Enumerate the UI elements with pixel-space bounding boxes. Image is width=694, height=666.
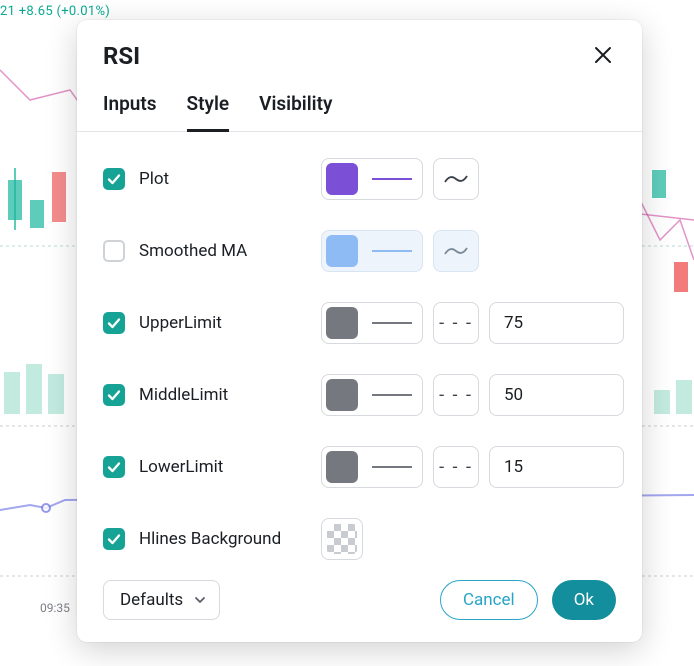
lowerlimit-color-swatch bbox=[326, 451, 358, 483]
upperlimit-value-field[interactable] bbox=[504, 313, 609, 333]
row-plot: Plot bbox=[103, 156, 616, 202]
lowerlimit-value-input[interactable] bbox=[489, 446, 624, 488]
smoothed-ma-checkbox[interactable] bbox=[103, 240, 125, 262]
middlelimit-color-swatch bbox=[326, 379, 358, 411]
tab-visibility[interactable]: Visibility bbox=[259, 92, 332, 132]
chevron-down-icon bbox=[193, 593, 207, 607]
row-middlelimit: MiddleLimit - - - bbox=[103, 372, 616, 418]
tab-style[interactable]: Style bbox=[187, 92, 230, 132]
quote-strip: 21 +8.65 (+0.01%) bbox=[0, 4, 110, 19]
smoothed-ma-line-preview bbox=[372, 250, 412, 252]
upperlimit-dash-picker[interactable]: - - - bbox=[433, 302, 479, 344]
middlelimit-dash-picker[interactable]: - - - bbox=[433, 374, 479, 416]
defaults-dropdown[interactable]: Defaults bbox=[103, 580, 220, 620]
tabs: Inputs Style Visibility bbox=[77, 70, 642, 132]
close-button[interactable] bbox=[590, 42, 616, 68]
hlines-checkbox[interactable] bbox=[103, 528, 125, 550]
upperlimit-checkbox[interactable] bbox=[103, 312, 125, 334]
plot-checkbox[interactable] bbox=[103, 168, 125, 190]
upperlimit-color-line-picker[interactable] bbox=[321, 302, 423, 344]
middlelimit-line-preview bbox=[372, 394, 412, 396]
row-smoothed-ma: Smoothed MA bbox=[103, 228, 616, 274]
middlelimit-value-input[interactable] bbox=[489, 374, 624, 416]
wave-icon bbox=[444, 173, 468, 185]
upperlimit-value-input[interactable] bbox=[489, 302, 624, 344]
middlelimit-label: MiddleLimit bbox=[139, 385, 228, 405]
middlelimit-checkbox[interactable] bbox=[103, 384, 125, 406]
transparent-swatch-icon bbox=[327, 524, 357, 554]
upperlimit-color-swatch bbox=[326, 307, 358, 339]
upperlimit-label: UpperLimit bbox=[139, 313, 222, 333]
middlelimit-value-field[interactable] bbox=[504, 385, 609, 405]
lowerlimit-dash-picker[interactable]: - - - bbox=[433, 446, 479, 488]
defaults-label: Defaults bbox=[120, 590, 183, 610]
cancel-button[interactable]: Cancel bbox=[440, 580, 538, 620]
plot-label: Plot bbox=[139, 169, 169, 189]
close-icon bbox=[593, 45, 613, 65]
ok-button[interactable]: Ok bbox=[552, 580, 616, 620]
row-upperlimit: UpperLimit - - - bbox=[103, 300, 616, 346]
lowerlimit-label: LowerLimit bbox=[139, 457, 223, 477]
smoothed-ma-label: Smoothed MA bbox=[139, 241, 247, 261]
plot-color-swatch bbox=[326, 163, 358, 195]
smoothed-ma-color-swatch bbox=[326, 235, 358, 267]
plot-line-preview bbox=[372, 178, 412, 180]
hlines-label: Hlines Background bbox=[139, 529, 281, 549]
hlines-color-picker[interactable] bbox=[321, 518, 363, 560]
plot-linestyle-picker[interactable] bbox=[433, 158, 479, 200]
upperlimit-line-preview bbox=[372, 322, 412, 324]
lowerlimit-checkbox[interactable] bbox=[103, 456, 125, 478]
dialog-title: RSI bbox=[103, 42, 140, 70]
plot-color-line-picker[interactable] bbox=[321, 158, 423, 200]
settings-dialog: RSI Inputs Style Visibility Plot bbox=[77, 20, 642, 642]
lowerlimit-color-line-picker[interactable] bbox=[321, 446, 423, 488]
tab-inputs[interactable]: Inputs bbox=[103, 92, 157, 132]
wave-icon bbox=[444, 245, 468, 257]
lowerlimit-line-preview bbox=[372, 466, 412, 468]
row-hlines-background: Hlines Background bbox=[103, 516, 616, 562]
smoothed-ma-linestyle-picker[interactable] bbox=[433, 230, 479, 272]
middlelimit-color-line-picker[interactable] bbox=[321, 374, 423, 416]
lowerlimit-value-field[interactable] bbox=[504, 457, 609, 477]
time-axis-label: 09:35 bbox=[40, 601, 70, 615]
smoothed-ma-color-line-picker[interactable] bbox=[321, 230, 423, 272]
row-lowerlimit: LowerLimit - - - bbox=[103, 444, 616, 490]
